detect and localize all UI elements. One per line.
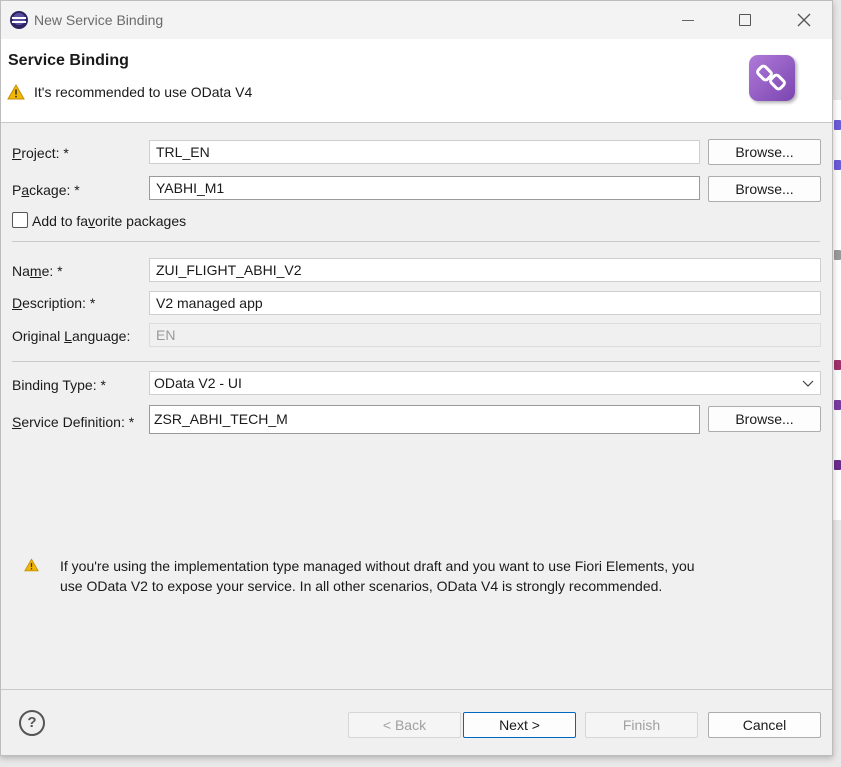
eclipse-icon xyxy=(10,11,28,29)
chevron-down-icon xyxy=(802,380,814,387)
package-input[interactable]: YABHI_M1 xyxy=(149,176,700,200)
name-label: Name: * xyxy=(12,263,63,279)
wizard-banner: Service Binding It's recommended to use … xyxy=(1,39,832,123)
info-message: If you're using the implementation type … xyxy=(60,558,695,594)
project-browse-button[interactable]: Browse... xyxy=(708,139,821,165)
description-input[interactable]: V2 managed app xyxy=(149,291,821,315)
original-language-label: Original Language: xyxy=(12,328,131,344)
info-warning-icon xyxy=(24,558,39,572)
cancel-button[interactable]: Cancel xyxy=(708,712,821,738)
separator xyxy=(12,361,820,362)
background-editor-strip xyxy=(833,100,841,520)
next-button[interactable]: Next > xyxy=(463,712,576,738)
separator xyxy=(12,241,820,242)
service-definition-label: Service Definition: * xyxy=(12,414,135,430)
service-binding-wizard-icon xyxy=(749,55,795,101)
service-definition-input[interactable]: ZSR_ABHI_TECH_M xyxy=(149,405,700,434)
finish-button[interactable]: Finish xyxy=(585,712,698,738)
maximize-button[interactable] xyxy=(722,7,768,33)
warning-icon xyxy=(7,84,25,100)
close-button[interactable] xyxy=(781,7,827,33)
add-to-favorites-checkbox[interactable] xyxy=(12,212,28,228)
window-title: New Service Binding xyxy=(34,12,164,28)
minimize-button[interactable] xyxy=(665,7,711,33)
binding-type-select[interactable]: OData V2 - UI xyxy=(149,371,821,395)
minimize-icon xyxy=(682,19,694,21)
description-label: Description: * xyxy=(12,295,96,311)
project-input[interactable]: TRL_EN xyxy=(149,140,700,164)
back-button[interactable]: < Back xyxy=(348,712,461,738)
banner-message: It's recommended to use OData V4 xyxy=(34,84,253,100)
name-input[interactable]: ZUI_FLIGHT_ABHI_V2 xyxy=(149,258,821,282)
package-browse-button[interactable]: Browse... xyxy=(708,176,821,202)
service-definition-browse-button[interactable]: Browse... xyxy=(708,406,821,432)
original-language-input: EN xyxy=(149,323,821,347)
page-title: Service Binding xyxy=(8,52,129,69)
close-icon xyxy=(797,13,811,27)
help-icon[interactable]: ? xyxy=(19,710,45,736)
maximize-icon xyxy=(739,14,751,26)
package-label: Package: * xyxy=(12,182,80,198)
add-to-favorites-label[interactable]: Add to favorite packages xyxy=(32,213,186,229)
title-bar: New Service Binding xyxy=(1,1,832,39)
binding-type-label: Binding Type: * xyxy=(12,377,106,393)
project-label: Project: * xyxy=(12,145,69,161)
footer-separator xyxy=(1,689,832,690)
new-service-binding-dialog: New Service Binding Service Binding It's… xyxy=(0,0,833,756)
